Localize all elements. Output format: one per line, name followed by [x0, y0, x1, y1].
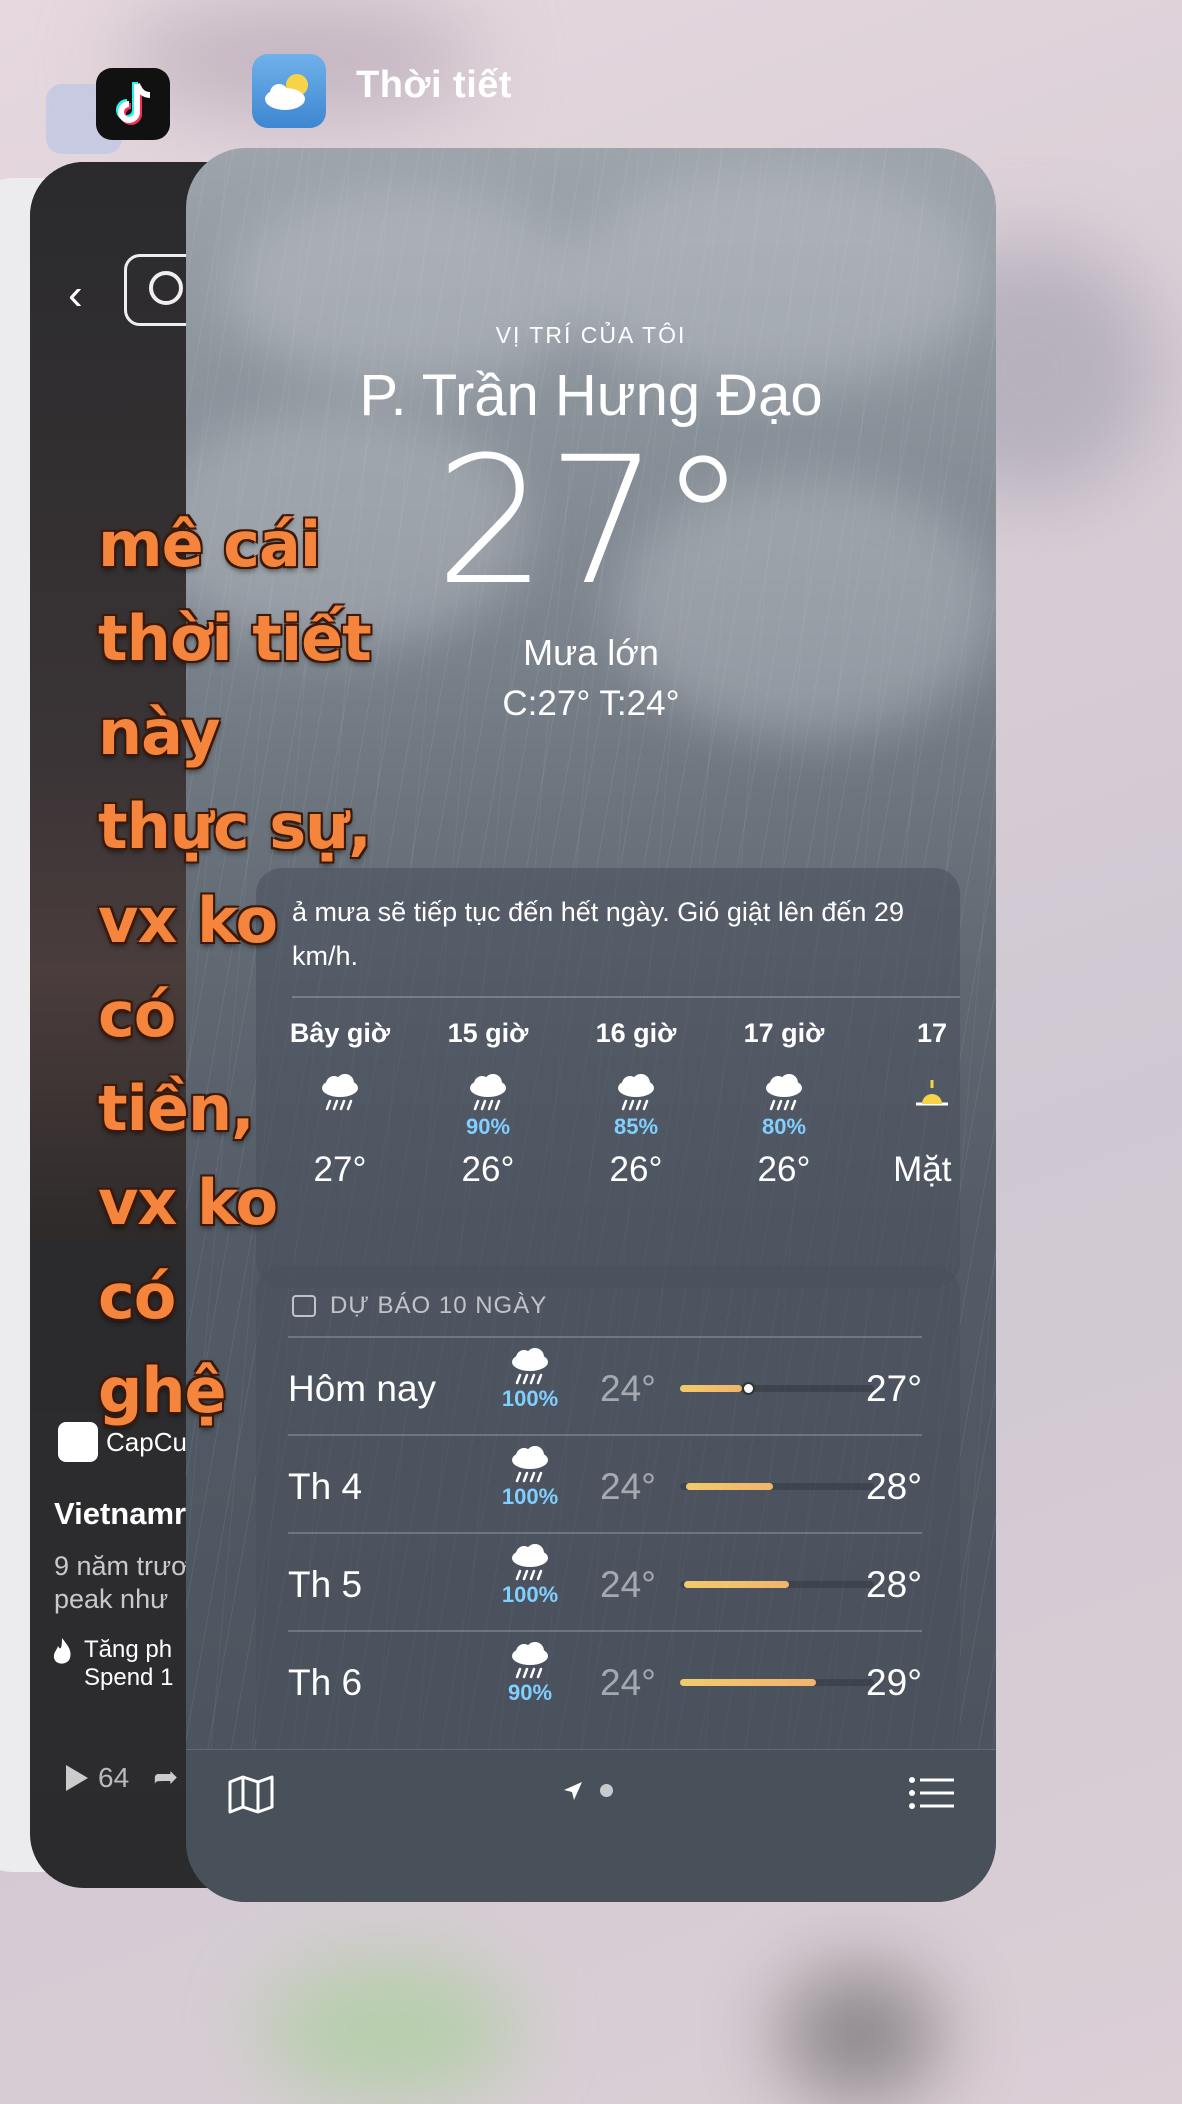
caption-line: này — [98, 696, 220, 769]
temperature-range-fill — [686, 1483, 773, 1490]
high-temperature: 27° — [866, 1368, 922, 1409]
temperature-range-bar — [680, 1483, 874, 1490]
precipitation-chance: 85% — [613, 1114, 659, 1139]
video-title: Vietnamr — [54, 1496, 187, 1531]
play-stats: 64 ➦ — [66, 1760, 178, 1795]
hourly-item: 17 giờ 80% 26° — [710, 1018, 858, 1190]
bottom-toolbar — [186, 1749, 996, 1902]
current-temp-dot — [742, 1382, 755, 1395]
capcut-logo-icon — [58, 1422, 98, 1462]
hour-temperature: Mặt t — [893, 1150, 960, 1189]
cloud-rain-icon: 100% — [500, 1446, 560, 1510]
cloud-rain-icon: 100% — [500, 1348, 560, 1412]
day-label: Th 5 — [288, 1564, 363, 1605]
boost-banner[interactable]: Tăng ph Spend 1 — [50, 1636, 173, 1692]
caption-line: tiền, — [98, 1072, 255, 1145]
daily-row[interactable]: Th 6 90% 24° 29° — [288, 1630, 922, 1730]
high-temperature: 28° — [866, 1564, 922, 1605]
hour-label: 17 giờ — [743, 1018, 825, 1048]
temperature-range-fill — [684, 1581, 789, 1588]
background-blur — [260, 1960, 520, 2100]
hourly-item: 17 Mặt t — [858, 1018, 960, 1190]
daily-row[interactable]: Th 5 100% 24° 28° — [288, 1532, 922, 1632]
sunset-icon — [912, 1074, 952, 1114]
flame-icon — [53, 1638, 71, 1664]
temperature-range-fill — [680, 1679, 816, 1686]
precipitation-chance: 100% — [501, 1386, 559, 1411]
map-icon[interactable] — [228, 1774, 274, 1814]
precipitation-chance: 90% — [507, 1680, 553, 1705]
low-temperature: 24° — [600, 1368, 656, 1409]
cloud-rain-icon — [760, 1074, 808, 1114]
temperature-range-bar — [680, 1679, 874, 1686]
cloud-shape — [226, 188, 586, 388]
high-temperature: 28° — [866, 1466, 922, 1507]
low-temperature: 24° — [600, 1662, 656, 1703]
play-count: 64 — [98, 1761, 130, 1793]
hour-label: 17 — [916, 1018, 948, 1048]
app-title: Thời tiết — [356, 64, 513, 106]
caption-line: thực sự, — [98, 790, 372, 863]
overlay-caption: mê cái thời tiết này thực sự, vx ko có tiền, vx… — [98, 498, 478, 1438]
location-arrow-icon[interactable] — [562, 1780, 584, 1802]
hour-label: 16 giờ — [595, 1018, 677, 1048]
search-icon — [149, 271, 183, 305]
daily-row[interactable]: Th 4 100% 24° 28° — [288, 1434, 922, 1534]
cloud-shape — [566, 168, 986, 388]
caption-line: vx ko — [98, 884, 278, 957]
hour-temperature: 26° — [757, 1150, 811, 1189]
boost-text: Tăng ph Spend 1 — [84, 1636, 174, 1691]
cloud-rain-icon: 90% — [500, 1642, 560, 1706]
caption-line: vx ko — [98, 1166, 278, 1239]
caption-line: ghệ — [98, 1354, 227, 1427]
background-blur — [780, 1970, 940, 2100]
weather-app-icon[interactable] — [252, 54, 326, 128]
play-icon — [66, 1764, 88, 1791]
caption-line: thời tiết — [98, 602, 372, 675]
hourly-item: 16 giờ 85% 26° — [562, 1018, 710, 1190]
video-description: 9 năm trươ peak như — [54, 1551, 189, 1614]
caption-line: có — [98, 1260, 176, 1333]
tiktok-icon[interactable] — [96, 68, 170, 140]
back-chevron-icon[interactable]: ‹ — [68, 270, 83, 320]
cloud-rain-icon — [612, 1074, 660, 1114]
precipitation-chance: 100% — [501, 1582, 559, 1607]
temperature-range-fill — [680, 1385, 742, 1392]
low-temperature: 24° — [600, 1564, 656, 1605]
high-temperature: 29° — [866, 1662, 922, 1703]
temperature-range-bar — [680, 1581, 874, 1588]
share-icon[interactable]: ➦ — [153, 1760, 178, 1795]
cloud-rain-icon: 100% — [500, 1544, 560, 1608]
day-label: Th 4 — [288, 1466, 363, 1507]
temperature-range-bar — [680, 1382, 874, 1395]
precipitation-chance: 100% — [501, 1484, 559, 1509]
day-label: Th 6 — [288, 1662, 363, 1703]
low-temperature: 24° — [600, 1466, 656, 1507]
precipitation-chance: 80% — [761, 1114, 807, 1139]
location-label: VỊ TRÍ CỦA TÔI — [495, 322, 687, 348]
caption-line: mê cái — [98, 508, 321, 581]
hour-temperature: 26° — [609, 1150, 663, 1189]
page-indicator-dot[interactable] — [600, 1784, 613, 1797]
list-icon[interactable] — [908, 1776, 954, 1810]
caption-line: có — [98, 978, 176, 1051]
